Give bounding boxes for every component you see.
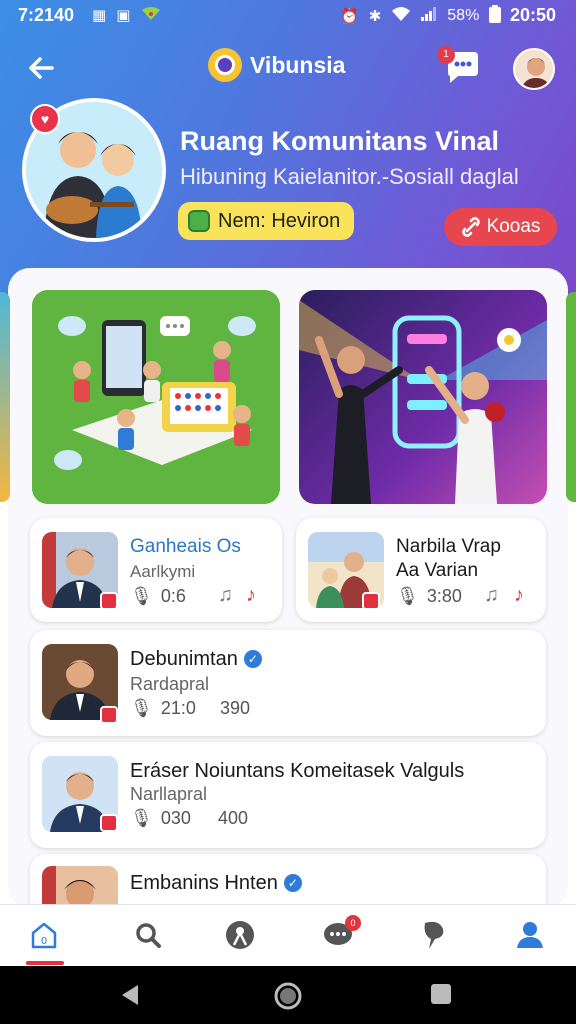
next-card-peek[interactable] <box>566 292 576 502</box>
wifi-icon <box>391 6 411 26</box>
nav-explore[interactable] <box>220 915 260 955</box>
post-title[interactable]: Embanins Hnten ✓ <box>130 872 302 895</box>
post-views: 0:6 <box>160 586 186 606</box>
mic-icon: 🎙 <box>130 808 153 828</box>
post-subtitle: Narllapral <box>130 784 208 804</box>
music-note-red-icon[interactable]: ♪ <box>246 584 256 607</box>
system-recents-button[interactable] <box>430 983 452 1010</box>
circle-home-icon <box>274 982 302 1010</box>
post-card[interactable]: Eráser Noiuntans Komeitasek Valguls Narl… <box>30 742 546 848</box>
post-meta: 🎙 030 <box>130 808 191 829</box>
group-subtitle: Hibuning Kaielanitor.-Sosiall daglal <box>180 164 519 189</box>
mic-icon: 🎙 <box>396 586 419 606</box>
post-title[interactable]: Eráser Noiuntans Komeitasek Valguls <box>130 760 464 783</box>
community-game-illustration <box>32 290 280 504</box>
status-icons-left: ▦ ▣ <box>92 6 162 26</box>
nav-home[interactable]: 0 <box>24 915 64 955</box>
previous-card-peek[interactable] <box>0 292 10 502</box>
music-note-icon[interactable]: ♫ <box>484 584 499 607</box>
signal-app-icon <box>140 6 162 26</box>
bottom-navigation: 0 0 <box>0 904 576 966</box>
battery-icon <box>489 5 502 27</box>
compass-icon <box>226 921 254 949</box>
join-button-label: Kooas <box>486 216 541 237</box>
nav-search[interactable] <box>128 915 168 955</box>
user-avatar[interactable] <box>513 48 555 90</box>
post-views: 030 <box>160 808 191 828</box>
messages-badge: 1 <box>437 46 455 64</box>
post-meta: 🎙 3:80 <box>396 586 462 607</box>
live-badge-icon <box>100 592 118 610</box>
battery-percent: 58% <box>447 7 480 24</box>
post-card[interactable]: Narbila Vrap Aa Varian 🎙 3:80 ♫ ♪ <box>296 518 546 622</box>
nav-profile[interactable] <box>510 915 550 955</box>
status-icons-right: ⏰ ✱ 58% <box>340 5 502 27</box>
verified-icon: ✓ <box>283 874 302 892</box>
chat-badge: 0 <box>345 915 361 931</box>
post-subtitle: Aa Varian <box>396 560 479 581</box>
system-back-button[interactable] <box>118 983 142 1012</box>
heart-icon: ♥ <box>30 104 60 134</box>
featured-card-community-game[interactable] <box>32 290 280 504</box>
app-logo-icon <box>208 48 242 82</box>
square-recents-icon <box>431 984 451 1004</box>
post-subtitle: Aarlkymi <box>130 562 196 581</box>
status-bar: 7:2140 ▦ ▣ ⏰ ✱ 58% 20:50 <box>0 0 576 32</box>
post-card[interactable]: Ganheais Os Aarlkymi 🎙 0:6 ♫ ♪ <box>30 518 282 622</box>
music-note-icon[interactable]: ♫ <box>218 584 233 607</box>
svg-text:0: 0 <box>41 936 47 947</box>
coin-icon <box>188 210 210 232</box>
pin-icon <box>424 921 444 949</box>
system-navigation-bar <box>0 966 576 1024</box>
post-card[interactable]: Debunimtan ✓ Rardapral 🎙 21:0 390 <box>30 630 546 736</box>
square-icon: ▣ <box>116 7 131 24</box>
nav-active-indicator <box>26 961 64 965</box>
post-meta: 🎙 0:6 <box>130 586 186 607</box>
post-listeners: 390 <box>220 698 251 718</box>
post-subtitle: Rardapral <box>130 674 210 694</box>
grid-icon: ▦ <box>92 7 107 24</box>
status-time: 7:2140 <box>18 5 75 25</box>
post-views: 21:0 <box>160 698 196 718</box>
cell-signal-icon <box>421 7 437 25</box>
link-icon <box>461 217 480 237</box>
back-arrow-icon <box>29 57 54 79</box>
post-title[interactable]: Narbila Vrap <box>396 536 501 558</box>
system-home-button[interactable] <box>273 981 303 1016</box>
music-note-red-icon[interactable]: ♪ <box>514 584 524 607</box>
alarm-icon: ⏰ <box>340 8 359 25</box>
user-icon <box>517 922 543 948</box>
live-badge-icon <box>100 706 118 724</box>
mic-icon: 🎙 <box>130 586 153 606</box>
post-listeners: 400 <box>218 808 249 828</box>
top-app-bar: Vibunsia 1 <box>0 40 576 98</box>
back-button[interactable] <box>22 48 62 88</box>
live-badge-icon <box>362 592 380 610</box>
post-title[interactable]: Debunimtan ✓ <box>130 648 262 671</box>
verified-icon: ✓ <box>243 650 262 668</box>
member-tag-label: Nem: Heviron <box>218 209 341 232</box>
post-title[interactable]: Ganheais Os <box>130 536 241 558</box>
live-badge-icon <box>100 814 118 832</box>
app-brand: Vibunsia <box>208 48 345 82</box>
post-views: 3:80 <box>426 586 462 606</box>
home-icon: 0 <box>31 922 57 949</box>
mic-icon: 🎙 <box>130 698 153 718</box>
app-name: Vibunsia <box>250 51 346 78</box>
post-meta: 🎙 21:0 <box>130 698 196 719</box>
status-clock-right: 20:50 <box>509 5 556 25</box>
nav-activity[interactable] <box>414 915 454 955</box>
triangle-back-icon <box>122 985 138 1005</box>
member-tag[interactable]: Nem: Heviron <box>178 202 355 240</box>
search-icon <box>136 923 161 948</box>
join-button[interactable]: Kooas <box>444 208 557 246</box>
bluetooth-icon: ✱ <box>368 8 382 25</box>
featured-card-music-show[interactable] <box>299 290 547 504</box>
music-show-illustration <box>299 300 547 504</box>
group-title: Ruang Komunitans Vinal <box>180 126 500 156</box>
